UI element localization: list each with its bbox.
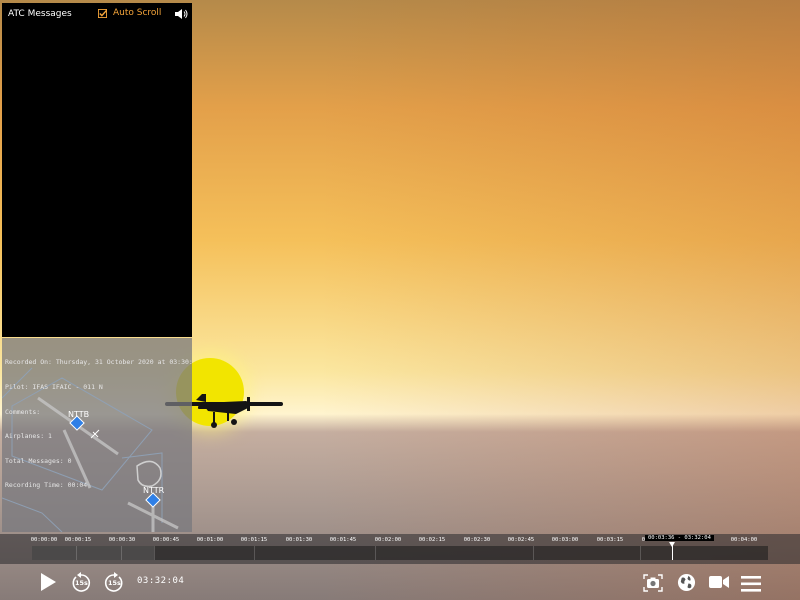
timeline-tick: 00:02:30: [463, 537, 491, 543]
timeline-played-range: [32, 546, 154, 560]
timeline-segment-marker: [254, 546, 255, 560]
timeline-tick: 00:00:30: [108, 537, 136, 543]
timeline-segment-marker: [640, 546, 641, 560]
recording-date: Recorded On: Thursday, 31 October 2020 a…: [5, 358, 192, 367]
timeline-tick: 00:02:45: [507, 537, 535, 543]
speaker-icon[interactable]: [174, 8, 188, 20]
playhead[interactable]: [672, 545, 673, 560]
timeline-segment-marker: [154, 546, 155, 560]
timeline-tick: 00:01:30: [285, 537, 313, 543]
recording-total-messages: Total Messages: 0: [5, 456, 72, 465]
recording-airplanes: Airplanes: 1: [5, 432, 52, 441]
timeline-tick: 00:04:00: [730, 537, 758, 543]
atc-messages-panel: ATC Messages Auto Scroll: [2, 3, 192, 337]
forward-label: 15s: [108, 579, 121, 587]
menu-icon[interactable]: [741, 576, 761, 592]
minimap-panel[interactable]: Recorded On: Thursday, 31 October 2020 a…: [2, 338, 192, 532]
timeline-tick: 00:02:15: [418, 537, 446, 543]
rewind-15-button[interactable]: 15s: [70, 572, 92, 594]
atc-panel-title: ATC Messages: [8, 9, 72, 19]
playback-controls: 15s 15s 03:32:04: [0, 564, 800, 600]
globe-icon[interactable]: [677, 573, 696, 592]
airport-label-nttb: NTTB: [68, 410, 90, 419]
timeline-tick: 00:01:15: [240, 537, 268, 543]
timeline-segment-marker: [76, 546, 77, 560]
timeline-segment-marker: [533, 546, 534, 560]
auto-scroll-toggle[interactable]: Auto Scroll: [98, 8, 161, 18]
timeline: 00:00:00 00:00:15 00:00:30 00:00:45 00:0…: [0, 534, 800, 564]
timeline-tick: 00:03:15: [596, 537, 624, 543]
play-icon[interactable]: [38, 572, 58, 592]
current-time: 03:32:04: [137, 576, 185, 586]
checkbox-checked-icon[interactable]: [98, 8, 107, 18]
rewind-label: 15s: [75, 579, 88, 587]
recording-pilot: Pilot: IFAS IFAIC - 011 N: [5, 383, 103, 392]
auto-scroll-label: Auto Scroll: [113, 8, 162, 18]
video-camera-icon[interactable]: [709, 575, 729, 589]
timeline-segment-marker: [121, 546, 122, 560]
timeline-tick: 00:00:15: [64, 537, 92, 543]
airport-label-nttr: NTTR: [143, 486, 165, 495]
timeline-tick: 00:00:00: [30, 537, 58, 543]
selected-range-label: 00:03:36 - 03:32:04: [645, 535, 714, 541]
timeline-tick: 00:02:00: [374, 537, 402, 543]
forward-15-button[interactable]: 15s: [103, 572, 125, 594]
timeline-tick: 00:03:00: [551, 537, 579, 543]
timeline-tick: 00:01:45: [329, 537, 357, 543]
recording-info: Recorded On: Thursday, 31 October 2020 a…: [5, 342, 192, 506]
camera-icon[interactable]: [643, 574, 663, 592]
timeline-tick: 00:01:00: [196, 537, 224, 543]
timeline-tick: 00:00:45: [152, 537, 180, 543]
timeline-segment-marker: [375, 546, 376, 560]
recording-comments: Comments:: [5, 407, 41, 416]
